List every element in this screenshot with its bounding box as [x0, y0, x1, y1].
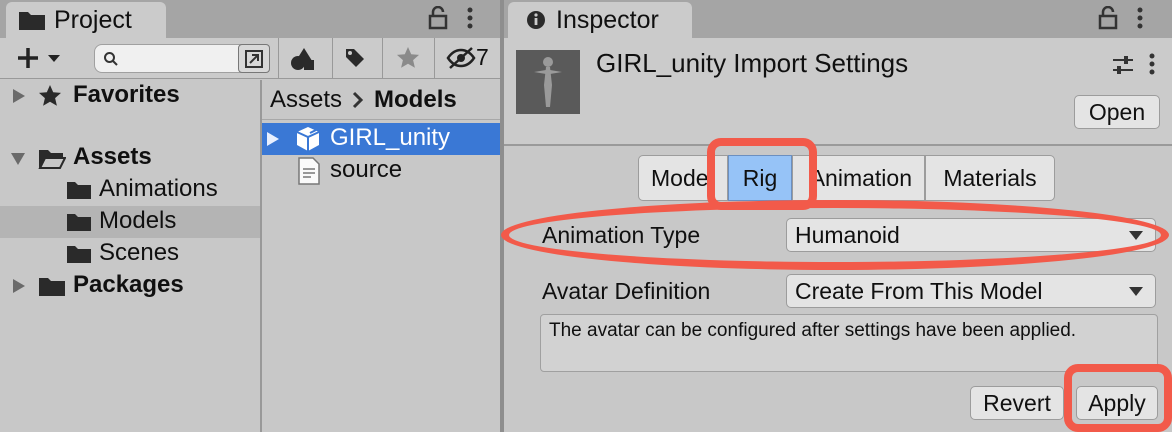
- project-window: Project 7 Favorites Assets Animations Mo…: [0, 0, 500, 432]
- expand-arrow-icon[interactable]: [12, 88, 26, 104]
- tab-model[interactable]: Model: [638, 155, 728, 201]
- file-list: Assets Models GIRL_unity source: [262, 80, 500, 432]
- tree-label: Favorites: [73, 81, 180, 108]
- tab-rig[interactable]: Rig: [728, 155, 792, 201]
- inspector-window: Inspector GIRL_unity Import Settings Ope…: [501, 0, 1172, 432]
- search-in-scene-icon[interactable]: [238, 44, 270, 73]
- file-label: GIRL_unity: [330, 124, 451, 151]
- expand-arrow-icon[interactable]: [266, 131, 280, 147]
- inspector-tab[interactable]: Inspector: [508, 2, 692, 38]
- lock-icon[interactable]: [428, 6, 448, 30]
- inspector-title: GIRL_unity Import Settings: [596, 48, 909, 78]
- file-item-source[interactable]: source: [262, 155, 500, 187]
- tree-label: Packages: [73, 271, 184, 298]
- tab-materials[interactable]: Materials: [925, 155, 1055, 201]
- folder-icon: [18, 9, 46, 31]
- star-icon: [38, 84, 62, 108]
- tree-item-assets[interactable]: Assets: [0, 142, 260, 174]
- more-options-icon[interactable]: [1148, 52, 1156, 76]
- tree-label: Assets: [73, 143, 152, 170]
- more-options-icon[interactable]: [1136, 6, 1144, 30]
- preset-sliders-icon[interactable]: [1112, 54, 1134, 76]
- search-icon: [103, 51, 119, 67]
- apply-button[interactable]: Apply: [1076, 386, 1158, 420]
- tree-label: Models: [99, 207, 177, 234]
- search-by-type-icon[interactable]: [290, 46, 318, 72]
- hidden-count: 7: [476, 44, 489, 70]
- avatar-definition-label: Avatar Definition: [542, 278, 711, 304]
- file-item-girl-unity[interactable]: GIRL_unity: [262, 123, 500, 155]
- inspector-header: GIRL_unity Import Settings Open: [504, 38, 1172, 146]
- tree-item-favorites[interactable]: Favorites: [0, 80, 260, 112]
- favorite-star-icon[interactable]: [396, 46, 420, 70]
- animation-type-label: Animation Type: [542, 222, 701, 248]
- file-label: source: [330, 156, 403, 183]
- project-tab-label: Project: [54, 5, 132, 34]
- more-options-icon[interactable]: [466, 6, 474, 30]
- breadcrumb: Assets Models: [262, 80, 500, 120]
- folder-icon: [66, 212, 92, 232]
- inspector-tab-label: Inspector: [556, 5, 659, 34]
- tab-animation[interactable]: Animation: [792, 155, 925, 201]
- folder-icon: [38, 275, 66, 297]
- open-folder-icon: [38, 147, 66, 169]
- tree-label: Scenes: [99, 239, 180, 266]
- tree-item-animations[interactable]: Animations: [0, 174, 260, 206]
- add-icon[interactable]: [16, 46, 64, 70]
- folder-icon: [66, 244, 92, 264]
- animation-type-value: Humanoid: [795, 221, 900, 248]
- avatar-definition-value: Create From This Model: [795, 277, 1043, 304]
- folder-tree: Favorites Assets Animations Models Scene…: [0, 80, 260, 432]
- model-prefab-icon: [294, 125, 322, 153]
- tree-item-models[interactable]: Models: [0, 206, 260, 238]
- lock-icon[interactable]: [1098, 6, 1118, 30]
- tree-item-scenes[interactable]: Scenes: [0, 238, 260, 270]
- expand-arrow-icon[interactable]: [12, 278, 26, 294]
- label-tag-icon[interactable]: [344, 47, 366, 69]
- animation-type-dropdown[interactable]: Humanoid: [786, 218, 1156, 252]
- avatar-definition-dropdown[interactable]: Create From This Model: [786, 274, 1156, 308]
- tree-label: Animations: [99, 175, 218, 202]
- breadcrumb-current[interactable]: Models: [374, 86, 457, 114]
- collapse-arrow-icon[interactable]: [10, 152, 26, 166]
- inspector-tabbar: Inspector: [504, 0, 1172, 38]
- info-icon: [526, 10, 546, 30]
- revert-button[interactable]: Revert: [970, 386, 1064, 420]
- chevron-right-icon: [352, 91, 364, 109]
- dropdown-arrow-icon: [1129, 287, 1143, 296]
- project-tab[interactable]: Project: [6, 2, 166, 38]
- dropdown-arrow-icon: [1129, 231, 1143, 240]
- project-tabbar: Project: [0, 0, 500, 38]
- breadcrumb-root[interactable]: Assets: [270, 86, 342, 114]
- help-box: The avatar can be configured after setti…: [540, 314, 1158, 372]
- document-icon: [298, 157, 320, 185]
- tree-item-packages[interactable]: Packages: [0, 270, 260, 302]
- hidden-packages-icon[interactable]: [446, 46, 476, 70]
- import-settings-tabs: Model Rig Animation Materials: [638, 155, 1055, 201]
- model-preview-thumbnail: [516, 50, 580, 114]
- folder-icon: [66, 180, 92, 200]
- open-button[interactable]: Open: [1074, 95, 1160, 129]
- project-toolbar: 7: [0, 38, 500, 79]
